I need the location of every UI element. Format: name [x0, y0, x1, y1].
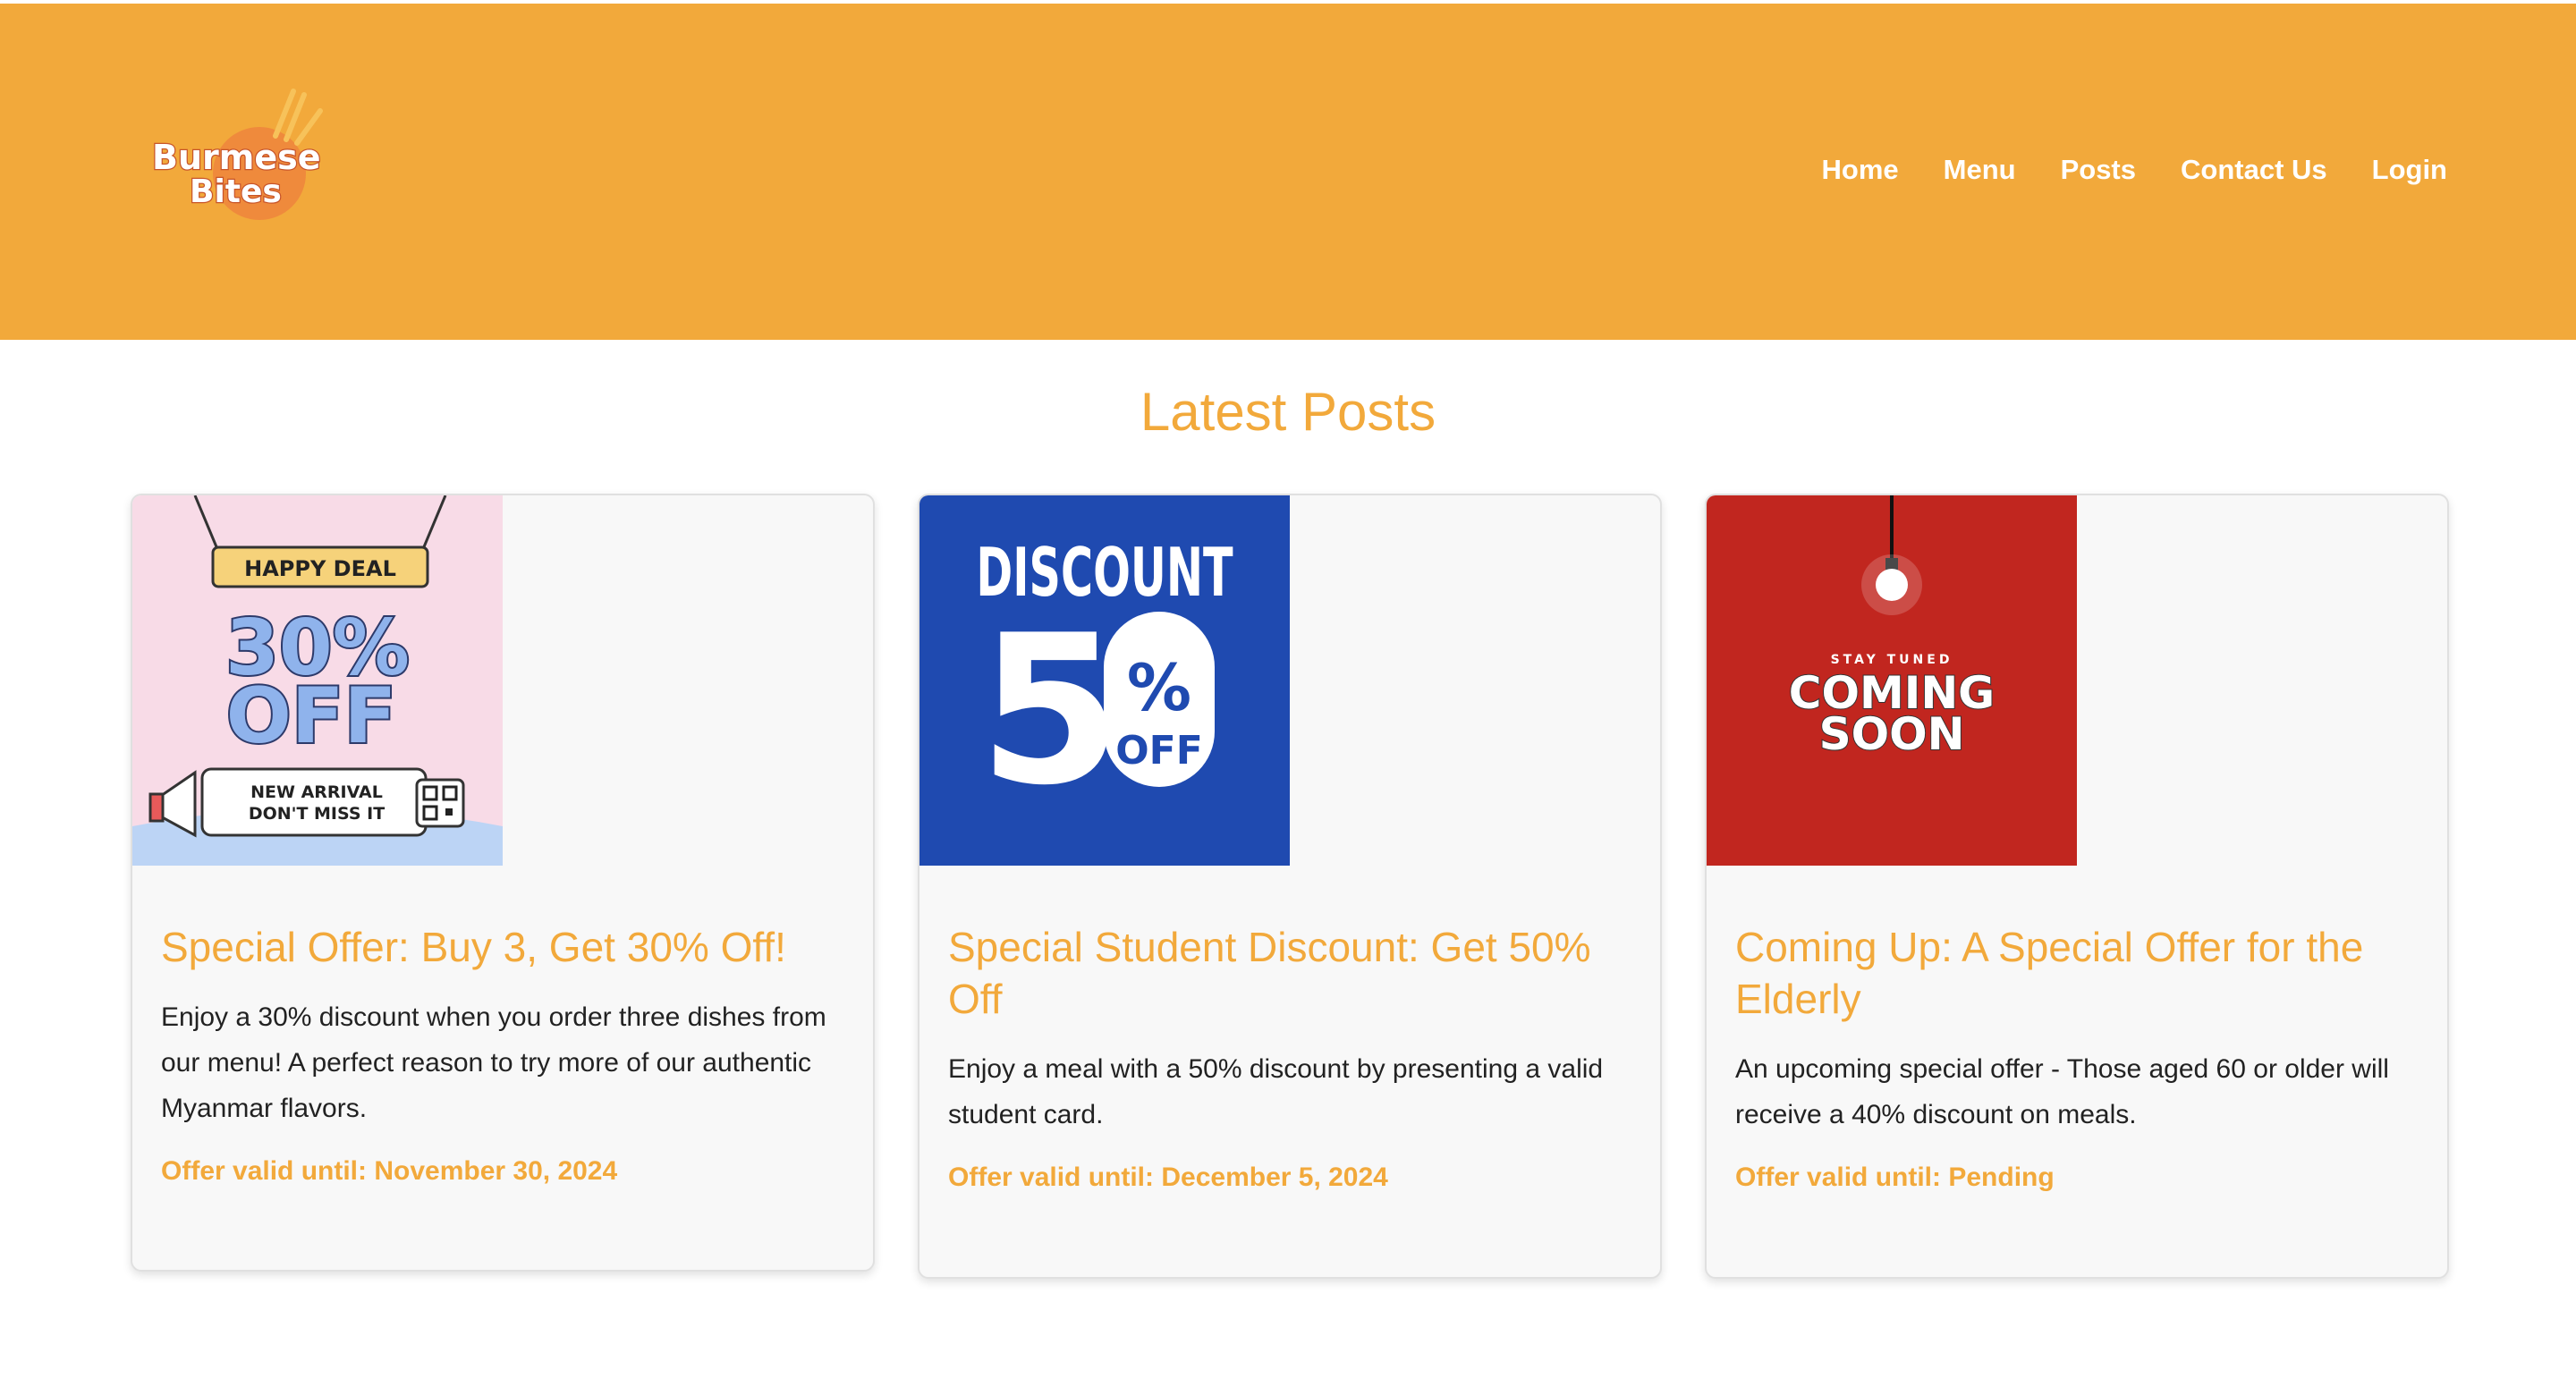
svg-text:HAPPY DEAL: HAPPY DEAL: [244, 556, 396, 581]
post-validity: Offer valid until: November 30, 2024: [161, 1156, 618, 1186]
svg-text:SOON: SOON: [1819, 708, 1965, 760]
post-image-coming-soon: STAY TUNED COMING SOON: [1707, 495, 2077, 866]
svg-text:OFF: OFF: [226, 672, 397, 761]
post-image-30-off: HAPPY DEAL 30% OFF NEW ARRIVAL DON'T MIS…: [132, 495, 503, 866]
nav-home-link[interactable]: Home: [1822, 154, 1899, 186]
post-description: Enjoy a meal with a 50% discount by pres…: [948, 1054, 1604, 1129]
page-title: Latest Posts: [1140, 382, 1436, 442]
post-title[interactable]: Special Student Discount: Get 50% Off: [948, 921, 1631, 1025]
post-card[interactable]: HAPPY DEAL 30% OFF NEW ARRIVAL DON'T MIS…: [131, 494, 875, 1272]
main-nav: Home Menu Posts Contact Us Login: [1822, 154, 2448, 186]
svg-text:OFF: OFF: [1115, 728, 1203, 774]
post-card-body: Special Offer: Buy 3, Get 30% Off! Enjoy…: [132, 866, 873, 1187]
svg-text:5: 5: [979, 592, 1122, 831]
post-image-50-off: DISCOUNT 5 % OFF: [919, 495, 1290, 866]
nav-menu-link[interactable]: Menu: [1944, 154, 2016, 186]
post-validity: Offer valid until: December 5, 2024: [948, 1162, 1388, 1192]
svg-text:STAY TUNED: STAY TUNED: [1831, 653, 1953, 667]
nav-posts-link[interactable]: Posts: [2061, 154, 2136, 186]
svg-text:Bites: Bites: [190, 173, 282, 210]
site-header: Burmese Bites Home Menu Posts Contact Us…: [0, 4, 2576, 340]
svg-text:%: %: [1127, 650, 1191, 725]
post-card[interactable]: STAY TUNED COMING SOON Coming Up: A Spec…: [1705, 494, 2449, 1279]
svg-text:NEW ARRIVAL: NEW ARRIVAL: [250, 782, 383, 802]
post-card-body: Coming Up: A Special Offer for the Elder…: [1707, 866, 2447, 1193]
post-card[interactable]: DISCOUNT 5 % OFF Special Student Discoun…: [918, 494, 1662, 1279]
svg-text:Burmese: Burmese: [152, 138, 321, 177]
nav-contact-link[interactable]: Contact Us: [2181, 154, 2327, 186]
post-description: Enjoy a 30% discount when you order thre…: [161, 1002, 826, 1123]
post-card-body: Special Student Discount: Get 50% Off En…: [919, 866, 1660, 1193]
post-title[interactable]: Coming Up: A Special Offer for the Elder…: [1735, 921, 2419, 1025]
post-description: An upcoming special offer - Those aged 6…: [1735, 1054, 2389, 1129]
svg-text:DON'T MISS IT: DON'T MISS IT: [249, 804, 385, 824]
burmese-bites-logo[interactable]: Burmese Bites: [143, 84, 340, 227]
nav-login-link[interactable]: Login: [2372, 154, 2447, 186]
post-title[interactable]: Special Offer: Buy 3, Get 30% Off!: [161, 921, 844, 973]
post-validity: Offer valid until: Pending: [1735, 1162, 2055, 1192]
